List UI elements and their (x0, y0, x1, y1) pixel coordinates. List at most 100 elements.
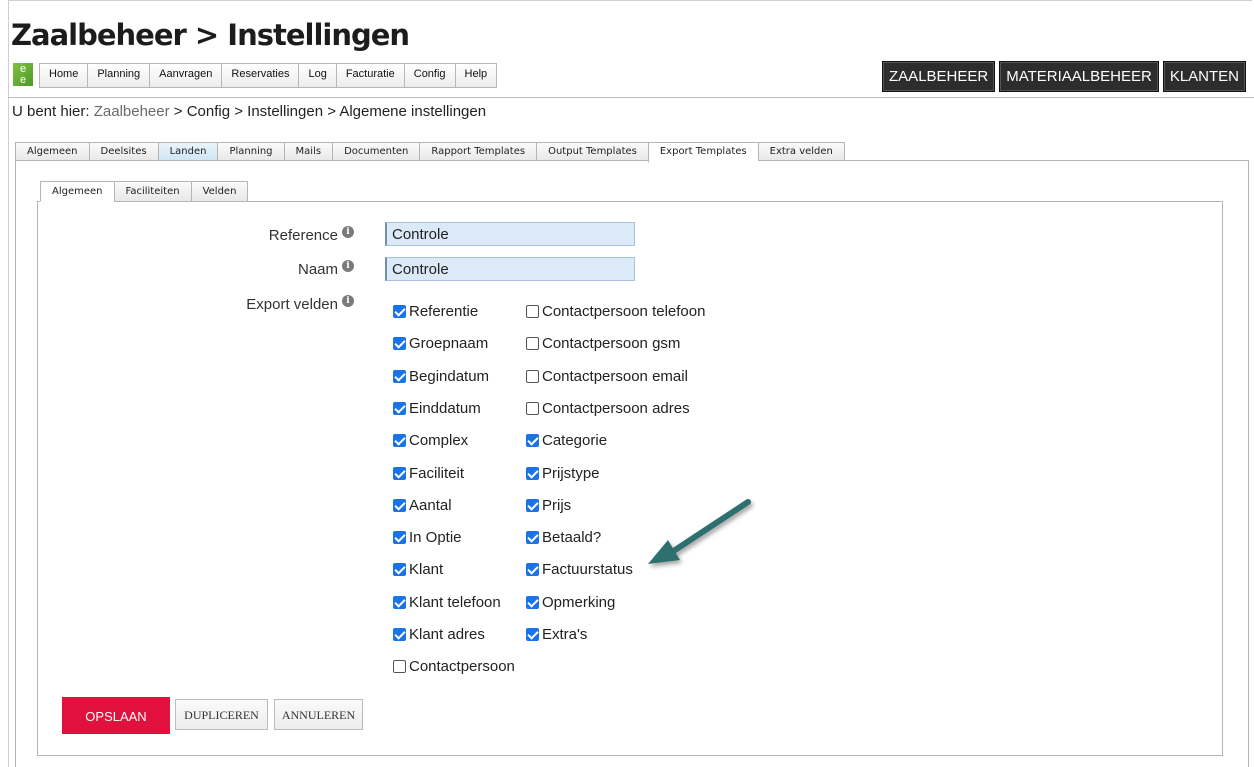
checkbox-checked-icon[interactable] (526, 466, 539, 480)
checkbox-checked-icon[interactable] (393, 466, 406, 480)
checkbox-factuurstatus[interactable]: Factuurstatus (526, 561, 633, 578)
checkbox-unchecked-icon[interactable] (526, 305, 539, 318)
naam-label-text: Naam (297, 261, 338, 278)
checkbox-begindatum[interactable]: Begindatum (393, 368, 489, 385)
module-button-zaalbeheer[interactable]: ZAALBEHEER (882, 61, 996, 92)
settings-tabs: Algemeen Deelsites Landen Planning Mails Docu… (15, 142, 845, 163)
menu-item-reservaties[interactable]: Reservaties (222, 64, 300, 87)
checkbox-label: Faciliteit (409, 464, 465, 482)
checkbox-label: Contactpersoon adres (542, 399, 690, 417)
menu-item-config[interactable]: Config (404, 64, 456, 87)
checkbox-checked-icon[interactable] (526, 595, 539, 609)
menu-item-log[interactable]: Log (299, 64, 337, 87)
checkbox-label: Groepnaam (409, 335, 489, 353)
checkbox-referentie[interactable]: Referentie (393, 303, 478, 320)
checkbox-checked-icon[interactable] (393, 434, 406, 448)
subtab-algemeen[interactable]: Algemeen (40, 181, 114, 202)
checkbox-contactpersoon[interactable]: Contactpersoon (393, 658, 515, 675)
reference-label: Reference i (269, 226, 354, 244)
checkbox-einddatum[interactable]: Einddatum (393, 400, 481, 417)
checkbox-checked-icon[interactable] (526, 563, 539, 577)
checkbox-label: Klant telefoon (409, 593, 501, 611)
checkbox-label: Opmerking (542, 593, 616, 611)
tab-landen[interactable]: Landen (157, 142, 218, 161)
tab-documenten[interactable]: Documenten (332, 142, 420, 161)
checkbox-checked-icon[interactable] (393, 563, 406, 577)
checkbox-label: Factuurstatus (542, 561, 633, 579)
tab-planning[interactable]: Planning (217, 142, 284, 161)
save-button[interactable]: OPSLAAN (62, 697, 170, 734)
tab-rapport-templates[interactable]: Rapport Templates (419, 142, 537, 161)
checkbox-label: Begindatum (409, 367, 490, 385)
checkbox-faciliteit[interactable]: Faciliteit (393, 465, 464, 482)
breadcrumb: U bent hier: Zaalbeheer > Config > Inste… (12, 103, 486, 120)
checkbox-checked-icon[interactable] (526, 498, 539, 512)
checkbox-checked-icon[interactable] (393, 369, 406, 383)
checkbox-checked-icon[interactable] (393, 305, 406, 318)
info-icon[interactable]: i (342, 260, 354, 272)
checkbox-unchecked-icon[interactable] (526, 337, 539, 351)
checkbox-label: Klant (409, 561, 444, 579)
checkbox-klant-telefoon[interactable]: Klant telefoon (393, 594, 501, 611)
info-icon[interactable]: i (342, 295, 354, 307)
module-button-materiaalbeheer[interactable]: MATERIAALBEHEER (999, 61, 1159, 92)
checkbox-label: Referentie (409, 303, 479, 320)
checkbox-contactpersoon-telefoon[interactable]: Contactpersoon telefoon (526, 303, 705, 320)
checkbox-checked-icon[interactable] (393, 401, 406, 415)
arrow-icon (648, 499, 751, 564)
checkbox-complex[interactable]: Complex (393, 432, 468, 449)
cancel-button[interactable]: ANNULEREN (274, 699, 363, 730)
checkbox-in-optie[interactable]: In Optie (393, 529, 462, 546)
checkbox-checked-icon[interactable] (393, 595, 406, 609)
checkbox-prijs[interactable]: Prijs (526, 497, 571, 514)
tab-export-templates[interactable]: Export Templates (647, 142, 758, 163)
checkbox-contactpersoon-email[interactable]: Contactpersoon email (526, 368, 688, 385)
checkbox-checked-icon[interactable] (393, 498, 406, 512)
menu-item-facturatie[interactable]: Facturatie (336, 64, 405, 87)
tab-output-templates[interactable]: Output Templates (536, 142, 648, 161)
tab-extra-velden[interactable]: Extra velden (757, 142, 845, 161)
checkbox-klant-adres[interactable]: Klant adres (393, 626, 485, 643)
checkbox-checked-icon[interactable] (526, 531, 539, 545)
menu-item-home[interactable]: Home (40, 64, 89, 87)
checkbox-betaald[interactable]: Betaald? (526, 529, 601, 546)
tab-deelsites[interactable]: Deelsites (88, 142, 158, 161)
export-velden-label: Export velden i (246, 295, 354, 313)
checkbox-categorie[interactable]: Categorie (526, 432, 607, 449)
checkbox-contactpersoon-gsm[interactable]: Contactpersoon gsm (526, 335, 680, 352)
checkbox-klant[interactable]: Klant (393, 561, 443, 578)
checkbox-checked-icon[interactable] (393, 531, 406, 545)
menu-item-aanvragen[interactable]: Aanvragen (150, 64, 223, 87)
checkbox-unchecked-icon[interactable] (393, 660, 406, 674)
info-icon[interactable]: i (342, 226, 354, 238)
tab-mails[interactable]: Mails (283, 142, 333, 161)
naam-label: Naam i (297, 260, 354, 278)
logo-icon: e e (13, 63, 33, 86)
breadcrumb-link-zaalbeheer[interactable]: Zaalbeheer (94, 103, 170, 120)
checkbox-contactpersoon-adres[interactable]: Contactpersoon adres (526, 400, 690, 417)
checkbox-checked-icon[interactable] (526, 628, 539, 641)
checkbox-extra-s[interactable]: Extra's (526, 626, 587, 643)
export-template-panel (37, 201, 1223, 756)
subtab-faciliteiten[interactable]: Faciliteiten (113, 181, 191, 202)
reference-input[interactable] (385, 222, 635, 246)
naam-input[interactable] (385, 257, 635, 281)
breadcrumb-path: > Config > Instellingen > Algemene inste… (173, 103, 487, 120)
checkbox-label: Prijs (542, 496, 572, 514)
menu-item-help[interactable]: Help (455, 64, 498, 87)
checkbox-groepnaam[interactable]: Groepnaam (393, 335, 488, 352)
checkbox-prijstype[interactable]: Prijstype (526, 465, 600, 482)
checkbox-unchecked-icon[interactable] (526, 401, 539, 415)
checkbox-label: Aantal (409, 496, 452, 514)
subtab-velden[interactable]: Velden (190, 181, 249, 202)
module-button-klanten[interactable]: KLANTEN (1162, 61, 1246, 92)
checkbox-aantal[interactable]: Aantal (393, 497, 452, 514)
duplicate-button[interactable]: DUPLICEREN (175, 699, 268, 730)
checkbox-checked-icon[interactable] (393, 628, 406, 641)
checkbox-opmerking[interactable]: Opmerking (526, 594, 615, 611)
checkbox-unchecked-icon[interactable] (526, 369, 539, 383)
checkbox-checked-icon[interactable] (526, 434, 539, 448)
checkbox-checked-icon[interactable] (393, 337, 406, 351)
tab-algemeen[interactable]: Algemeen (15, 142, 89, 161)
menu-item-planning[interactable]: Planning (88, 64, 151, 87)
